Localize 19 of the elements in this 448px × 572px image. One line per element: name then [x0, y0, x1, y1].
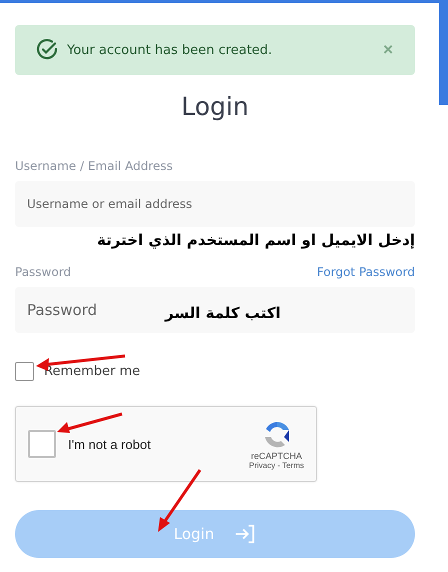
annotation-text: إدخل الايميل او اسم المستخدم الذي اخترتة	[96, 231, 415, 249]
forgot-password-link[interactable]: Forgot Password	[316, 265, 415, 279]
field-label: Username / Email Address	[15, 159, 174, 173]
recaptcha-brand: reCAPTCHA	[251, 450, 302, 460]
username-field[interactable]: Username or email address	[15, 197, 259, 211]
close-button[interactable]: ×	[383, 40, 393, 60]
alert-message: Your account has been created.	[67, 42, 274, 58]
privacy-terms-links[interactable]: Privacy - Terms	[249, 460, 304, 470]
page-title: Login	[180, 92, 250, 121]
annotation-text: اكتب كلمة السر	[165, 304, 281, 322]
arrow	[57, 412, 122, 433]
captcha-checkbox[interactable]	[28, 430, 56, 458]
captcha-label: I'm not a robot	[68, 436, 152, 452]
login-icon	[234, 523, 256, 545]
password-field[interactable]: Password	[15, 301, 149, 319]
field-label: Password	[15, 265, 72, 279]
check-circle-icon	[35, 38, 59, 62]
remember-checkbox[interactable]	[15, 362, 34, 381]
remember-label: Remember me	[44, 364, 140, 379]
